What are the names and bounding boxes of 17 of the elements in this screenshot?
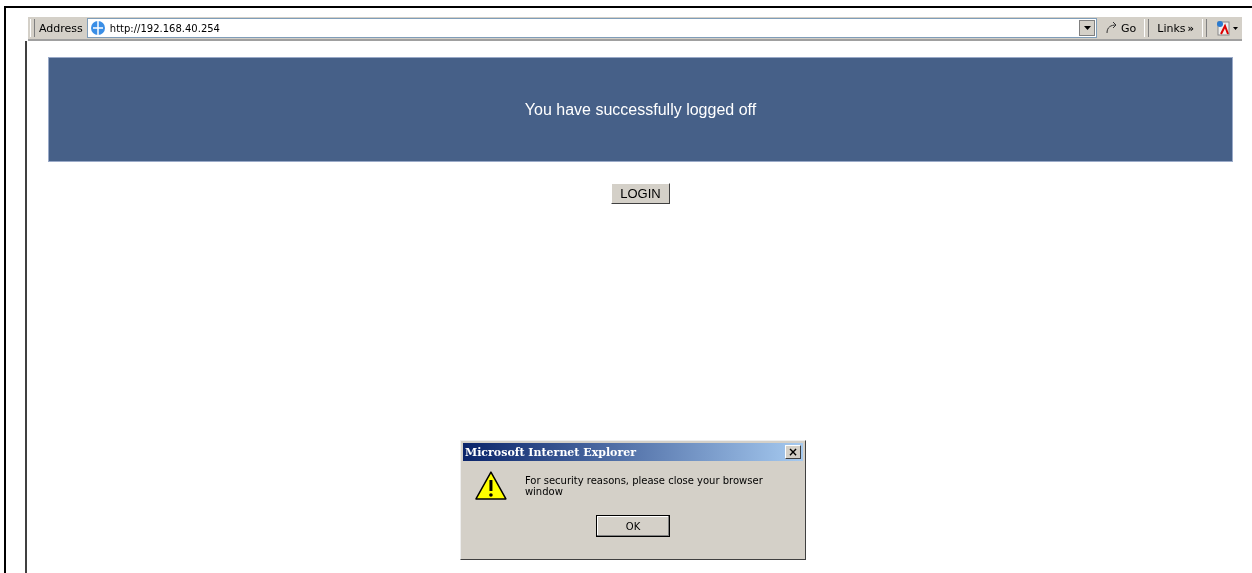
login-button[interactable]: LOGIN	[611, 183, 670, 204]
close-button[interactable]: ×	[785, 445, 801, 459]
go-button[interactable]: Go	[1101, 21, 1141, 35]
caret-icon	[1233, 26, 1238, 30]
address-field[interactable]: http://192.168.40.254	[86, 18, 1097, 38]
globe-icon	[89, 20, 106, 36]
address-label: Address	[39, 21, 83, 35]
document-icon	[1215, 20, 1231, 36]
dialog-message: For security reasons, please close your browser window	[524, 475, 764, 497]
warning-icon	[475, 471, 507, 501]
dropdown-button[interactable]	[1079, 20, 1095, 36]
links-button[interactable]: Links »	[1153, 21, 1198, 35]
ok-button[interactable]: OK	[596, 515, 670, 537]
dialog-title: Microsoft Internet Explorer	[465, 445, 637, 459]
logoff-message: You have successfully logged off	[524, 100, 757, 119]
caret-icon	[1083, 26, 1091, 30]
arrow-icon	[1105, 22, 1119, 34]
